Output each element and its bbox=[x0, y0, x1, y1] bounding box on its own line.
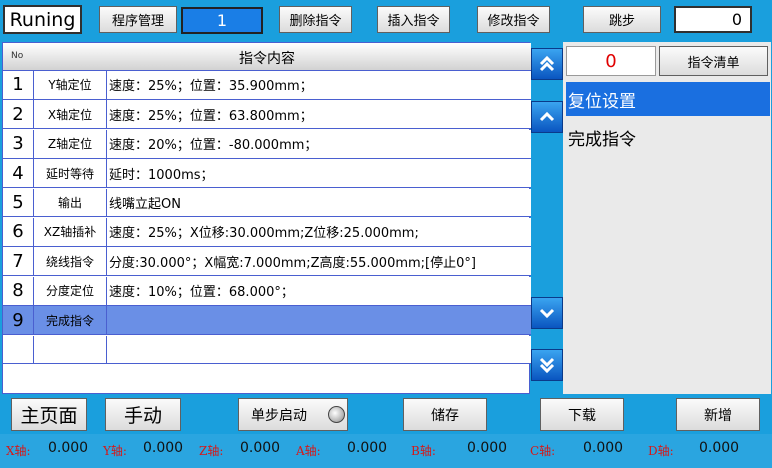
row-instruction-name: X轴定位 bbox=[34, 100, 107, 129]
row-number: 4 bbox=[3, 159, 34, 187]
instruction-list-button[interactable]: 指令清单 bbox=[659, 46, 768, 76]
row-instruction-content bbox=[109, 306, 531, 334]
axis-y-label: Y轴: bbox=[103, 444, 127, 458]
row-instruction-name: 绕线指令 bbox=[34, 247, 107, 276]
row-instruction-name: 输出 bbox=[34, 188, 107, 217]
side-item-finish-instruction[interactable]: 完成指令 bbox=[566, 120, 770, 154]
page-down-button[interactable] bbox=[531, 349, 563, 381]
axis-b-value: 0.000 bbox=[467, 440, 508, 456]
modify-instruction-button[interactable]: 修改指令 bbox=[477, 6, 550, 33]
row-instruction-name: 延时等待 bbox=[34, 159, 107, 187]
download-button[interactable]: 下载 bbox=[540, 398, 624, 431]
table-row[interactable]: 6 XZ轴插补 速度：25%；X位移:30.000mm;Z位移:25.000mm; bbox=[3, 218, 531, 247]
axis-c-value: 0.000 bbox=[583, 440, 624, 456]
row-instruction-content: 速度：25%；位置：35.900mm； bbox=[109, 79, 313, 95]
row-number: 8 bbox=[3, 276, 34, 305]
row-number: 9 bbox=[3, 306, 34, 334]
table-row[interactable]: 4 延时等待 延时：1000ms； bbox=[3, 159, 531, 188]
axis-x-value: 0.000 bbox=[48, 440, 89, 456]
side-item-reset-settings[interactable]: 复位设置 bbox=[566, 82, 770, 116]
row-instruction-content: 延时：1000ms； bbox=[109, 167, 214, 183]
table-row[interactable]: 9 完成指令 bbox=[3, 306, 531, 335]
home-page-button[interactable]: 主页面 bbox=[11, 398, 87, 431]
single-step-label: 单步启动 bbox=[251, 407, 307, 424]
row-number: 2 bbox=[3, 100, 34, 129]
jump-step-button[interactable]: 跳步 bbox=[583, 6, 661, 33]
single-step-start-button[interactable]: 单步启动 bbox=[238, 398, 348, 431]
table-row[interactable]: 3 Z轴定位 速度：20%；位置：-80.000mm； bbox=[3, 129, 531, 159]
table-row[interactable]: 8 分度定位 速度：10%；位置：68.000°； bbox=[3, 276, 531, 306]
row-instruction-content: 分度:30.000°；X幅宽:7.000mm;Z高度:55.000mm;[停止0… bbox=[109, 255, 476, 271]
row-instruction-name: 完成指令 bbox=[34, 306, 107, 334]
row-number: 7 bbox=[3, 247, 34, 276]
row-instruction-content: 速度：10%；位置：68.000°； bbox=[109, 285, 294, 301]
column-content-header: 指令内容 bbox=[239, 51, 295, 67]
axis-z-value: 0.000 bbox=[240, 440, 281, 456]
axis-d-label: D轴: bbox=[648, 444, 674, 458]
table-header: No 指令内容 bbox=[3, 43, 531, 71]
table-row[interactable]: 5 输出 线嘴立起ON bbox=[3, 188, 531, 218]
row-instruction-name bbox=[34, 335, 107, 364]
row-number bbox=[3, 335, 34, 364]
jump-step-field[interactable]: 0 bbox=[674, 6, 752, 33]
axis-d-value: 0.000 bbox=[699, 440, 740, 456]
axis-a-value: 0.000 bbox=[347, 440, 388, 456]
add-new-button[interactable]: 新增 bbox=[676, 398, 760, 431]
chevron-up-icon bbox=[539, 111, 555, 122]
page-up-button[interactable] bbox=[531, 48, 563, 80]
axis-a-label: A轴: bbox=[296, 444, 321, 458]
row-instruction-content: 线嘴立起ON bbox=[109, 196, 181, 212]
program-number-field[interactable]: 1 bbox=[181, 7, 263, 34]
row-instruction-content: 速度：20%；位置：-80.000mm； bbox=[109, 138, 318, 154]
double-chevron-up-icon bbox=[539, 55, 555, 72]
row-number: 1 bbox=[3, 71, 34, 99]
instruction-table: No 指令内容 1 Y轴定位 速度：25%；位置：35.900mm； 2 X轴定位 速度：… bbox=[2, 42, 531, 394]
row-number: 5 bbox=[3, 188, 34, 217]
row-instruction-name: Y轴定位 bbox=[34, 71, 107, 99]
run-status: Runing bbox=[3, 5, 82, 34]
insert-instruction-button[interactable]: 插入指令 bbox=[377, 6, 450, 33]
double-chevron-down-icon bbox=[539, 357, 555, 374]
save-button[interactable]: 储存 bbox=[403, 398, 487, 431]
step-indicator-icon bbox=[328, 406, 345, 423]
scroll-up-button[interactable] bbox=[531, 101, 563, 133]
axis-y-value: 0.000 bbox=[143, 440, 184, 456]
row-number: 3 bbox=[3, 129, 34, 158]
row-instruction-name: 分度定位 bbox=[34, 276, 107, 305]
table-row[interactable] bbox=[3, 335, 531, 365]
scroll-down-button[interactable] bbox=[531, 297, 563, 329]
delete-instruction-button[interactable]: 删除指令 bbox=[279, 6, 352, 33]
axis-z-label: Z轴: bbox=[199, 444, 224, 458]
table-row[interactable]: 1 Y轴定位 速度：25%；位置：35.900mm； bbox=[3, 71, 531, 100]
row-instruction-name: XZ轴插补 bbox=[34, 218, 107, 246]
row-instruction-name: Z轴定位 bbox=[34, 129, 107, 158]
table-row[interactable]: 7 绕线指令 分度:30.000°；X幅宽:7.000mm;Z高度:55.000mm… bbox=[3, 247, 531, 277]
axis-c-label: C轴: bbox=[530, 444, 556, 458]
axis-x-label: X轴: bbox=[6, 444, 31, 458]
axis-b-label: B轴: bbox=[411, 444, 436, 458]
chevron-down-icon bbox=[539, 308, 555, 319]
row-instruction-content: 速度：25%；位置：63.800mm； bbox=[109, 108, 313, 124]
instruction-count: 0 bbox=[566, 46, 656, 76]
table-row[interactable]: 2 X轴定位 速度：25%；位置：63.800mm； bbox=[3, 100, 531, 130]
program-management-button[interactable]: 程序管理 bbox=[99, 6, 177, 33]
manual-button[interactable]: 手动 bbox=[105, 398, 181, 431]
row-number: 6 bbox=[3, 218, 34, 246]
row-instruction-content: 速度：25%；X位移:30.000mm;Z位移:25.000mm; bbox=[109, 226, 419, 242]
row-instruction-content bbox=[109, 336, 531, 364]
